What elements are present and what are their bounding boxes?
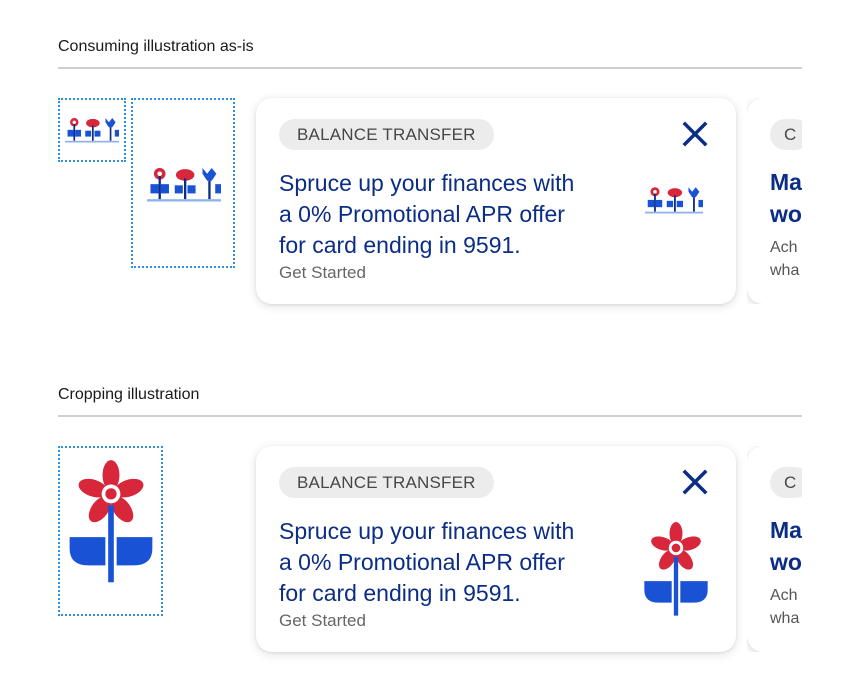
category-chip: BALANCE TRANSFER — [279, 119, 494, 150]
flower-icon — [69, 460, 153, 583]
next-card-clip: C Ma wo Ach wha — [747, 446, 802, 652]
promo-headline: Ma wo — [770, 169, 802, 227]
illustration-frame-small — [58, 98, 126, 162]
close-icon[interactable] — [680, 119, 710, 149]
next-promo-card[interactable]: C Ma wo Ach wha — [747, 446, 802, 652]
category-chip: C — [770, 467, 802, 498]
promo-headline: Spruce up your finances with a 0% Promot… — [279, 170, 575, 258]
flower-garden-icon — [645, 187, 703, 214]
section-divider — [58, 67, 802, 69]
illustration-frame-tall — [131, 98, 235, 268]
illustration-frame-crop — [58, 446, 163, 616]
next-promo-card[interactable]: C Ma wo Ach wha — [747, 98, 802, 304]
category-chip: C — [770, 119, 802, 150]
promo-body: Ach wha — [770, 587, 800, 627]
next-card-clip: C Ma wo Ach wha — [747, 98, 802, 304]
close-icon[interactable] — [680, 467, 710, 497]
section-title: Cropping illustration — [58, 386, 200, 403]
section-divider — [58, 415, 802, 417]
promo-card[interactable]: BALANCE TRANSFER Spruce up your finances… — [256, 98, 736, 304]
promo-body: Ach wha — [770, 239, 800, 279]
category-chip: BALANCE TRANSFER — [279, 467, 494, 498]
get-started-link[interactable]: Get Started — [279, 611, 366, 631]
promo-headline: Ma wo — [770, 517, 802, 575]
flower-garden-icon — [65, 118, 119, 143]
flower-garden-icon — [147, 167, 221, 202]
get-started-link[interactable]: Get Started — [279, 263, 366, 283]
section-title: Consuming illustration as-is — [58, 38, 254, 55]
flower-icon — [644, 522, 708, 616]
promo-card[interactable]: BALANCE TRANSFER Spruce up your finances… — [256, 446, 736, 652]
promo-headline: Spruce up your finances with a 0% Promot… — [279, 518, 575, 606]
